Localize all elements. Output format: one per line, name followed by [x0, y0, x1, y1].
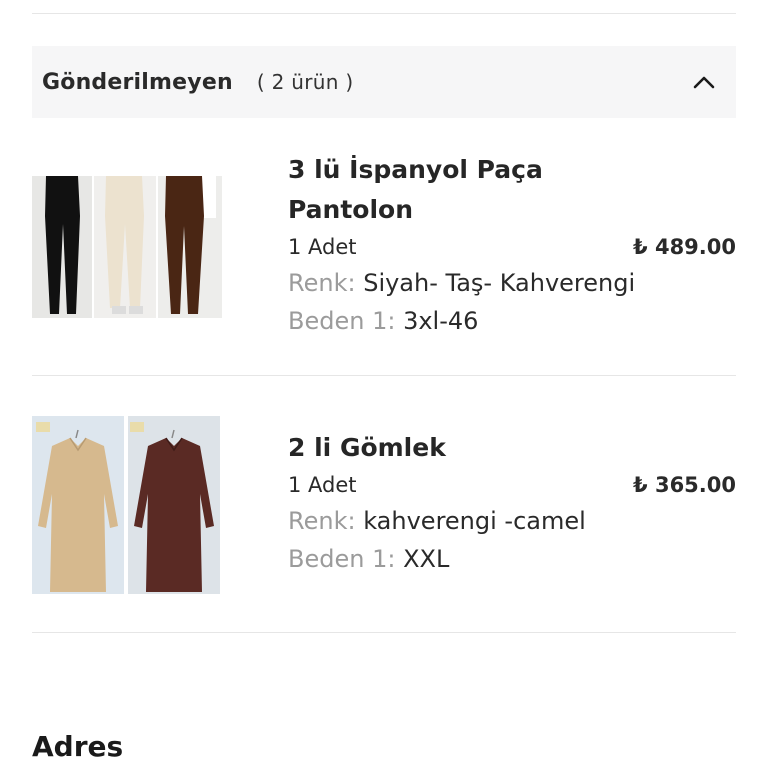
- product-info: 2 li Gömlek 1 Adet ₺ 365.00 Renk: kahver…: [288, 428, 736, 578]
- product-color: Renk: Siyah- Taş- Kahverengi: [288, 264, 736, 302]
- unshipped-section-header[interactable]: Gönderilmeyen ( 2 ürün ): [32, 46, 736, 118]
- size-label: Beden 1:: [288, 307, 396, 335]
- row-divider: [32, 632, 736, 633]
- row-divider: [32, 375, 736, 376]
- product-price: ₺ 365.00: [633, 473, 736, 497]
- product-quantity: 1 Adet: [288, 235, 357, 259]
- order-detail-page: Gönderilmeyen ( 2 ürün ) 3 lü İspanyol P…: [0, 0, 768, 768]
- address-section-title: Adres: [32, 730, 124, 763]
- quantity-price-line: 1 Adet ₺ 489.00: [288, 230, 736, 264]
- size-value: 3xl-46: [403, 307, 479, 335]
- color-value: Siyah- Taş- Kahverengi: [363, 269, 636, 297]
- product-title[interactable]: 2 li Gömlek: [288, 428, 736, 468]
- chevron-up-icon[interactable]: [690, 68, 718, 96]
- color-value: kahverengi -camel: [363, 507, 586, 535]
- product-title[interactable]: 3 lü İspanyol Paça: [288, 150, 736, 190]
- section-item-count: ( 2 ürün ): [256, 70, 354, 94]
- top-divider: [32, 13, 736, 14]
- product-info: 3 lü İspanyol Paça Pantolon 1 Adet ₺ 489…: [288, 150, 736, 340]
- product-title-continued[interactable]: Pantolon: [288, 190, 736, 230]
- color-label: Renk:: [288, 507, 356, 535]
- order-item[interactable]: 2 li Gömlek 1 Adet ₺ 365.00 Renk: kahver…: [32, 416, 736, 606]
- order-item[interactable]: 3 lü İspanyol Paça Pantolon 1 Adet ₺ 489…: [32, 150, 736, 350]
- color-label: Renk:: [288, 269, 356, 297]
- size-value: XXL: [403, 545, 450, 573]
- product-color: Renk: kahverengi -camel: [288, 502, 736, 540]
- product-size: Beden 1: XXL: [288, 540, 736, 578]
- product-size: Beden 1: 3xl-46: [288, 302, 736, 340]
- size-label: Beden 1:: [288, 545, 396, 573]
- product-quantity: 1 Adet: [288, 473, 357, 497]
- product-image-shirts[interactable]: [32, 416, 220, 594]
- product-image-pants[interactable]: [32, 176, 222, 318]
- quantity-price-line: 1 Adet ₺ 365.00: [288, 468, 736, 502]
- product-price: ₺ 489.00: [633, 235, 736, 259]
- section-title: Gönderilmeyen: [42, 69, 233, 95]
